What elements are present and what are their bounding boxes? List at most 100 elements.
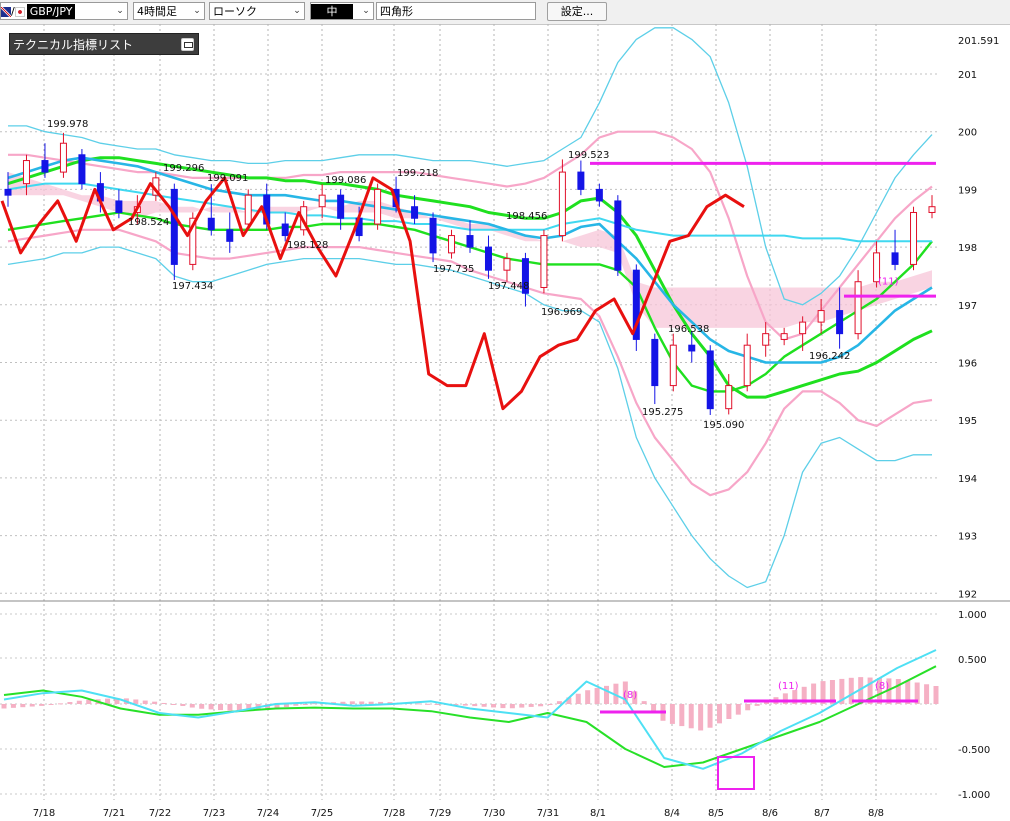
price-label: 197.448 [488, 281, 529, 292]
macd-histogram-bar [491, 704, 497, 708]
drawing-tool-field[interactable]: 四角形 [376, 2, 536, 20]
restore-icon[interactable] [181, 38, 194, 51]
chevron-down-icon[interactable]: ⌄ [290, 3, 304, 19]
date-tick-label: 7/22 [149, 808, 171, 819]
macd-histogram-bar [585, 690, 591, 704]
macd-histogram-bar [641, 701, 647, 704]
price-label: 195.090 [703, 420, 744, 431]
price-label: 199.523 [568, 150, 609, 161]
date-tick-label: 7/28 [383, 808, 405, 819]
date-tick-label: 7/25 [311, 808, 333, 819]
price-tick-label: 199 [958, 185, 977, 196]
candle-body [762, 333, 770, 346]
price-label: 199.296 [163, 163, 204, 174]
line-style-value: 中 [311, 4, 353, 19]
candle-body [411, 206, 419, 219]
macd-histogram-bar [39, 704, 45, 706]
candle-body [226, 229, 234, 242]
date-tick-label: 7/21 [103, 808, 125, 819]
macd-histogram-bar [67, 702, 73, 704]
price-tick-label: 200 [958, 128, 977, 139]
candle-body [429, 217, 437, 254]
macd-panel: (8) (11) (8) 1.000 0.500 -0.500 -1.000 [1, 610, 990, 801]
line-style-select[interactable]: 中 ⌄ [310, 2, 374, 20]
price-label: 199.978 [47, 119, 88, 130]
macd-histogram-bar [594, 688, 600, 704]
candle-body [170, 188, 178, 265]
price-tick-label: 201 [958, 70, 977, 81]
timeframe-select[interactable]: 4時間足 ⌄ [133, 2, 205, 20]
macd-histogram-bar [472, 704, 478, 707]
timeframe-label: 4時間足 [137, 5, 177, 18]
price-tick-label: 197 [958, 301, 977, 312]
price-label: 199.086 [325, 175, 366, 186]
chevron-down-icon[interactable]: ⌄ [113, 3, 127, 19]
chevron-down-icon[interactable]: ⌄ [190, 3, 204, 19]
macd-histogram-bar [227, 704, 233, 711]
candle-body [337, 194, 345, 219]
price-label: 197.735 [433, 264, 474, 275]
macd-histogram-bar [349, 701, 355, 704]
price-tick-label: 196 [958, 359, 977, 370]
price-label: 196.538 [668, 324, 709, 335]
indicator-list-panel[interactable]: テクニカル指標リスト [9, 33, 199, 55]
date-tick-label: 8/7 [814, 808, 830, 819]
candle-body [595, 188, 603, 202]
candle-body [484, 246, 492, 271]
macd-histogram-bar [368, 701, 374, 704]
candle-body [244, 194, 252, 225]
candle-body [669, 344, 677, 387]
macd-histogram-bar [735, 704, 741, 715]
symbol-select[interactable]: / GBP/JPY ⌄ [0, 2, 128, 20]
candle-body [651, 338, 659, 387]
date-tick-label: 7/24 [257, 808, 279, 819]
candle-body [688, 344, 696, 352]
candle-body [374, 188, 382, 225]
macd-histogram-bar [500, 704, 506, 709]
settings-button[interactable]: 設定... [547, 2, 607, 21]
macd-histogram-bar [170, 704, 176, 705]
date-tick-label: 7/18 [33, 808, 55, 819]
macd-histogram-bar [86, 699, 92, 704]
macd-histogram-bar [359, 701, 365, 704]
macd-histogram-bar [933, 686, 939, 704]
candle-body [318, 194, 326, 208]
price-label: 198.524 [128, 217, 169, 228]
macd-annotation: (8) [875, 681, 889, 692]
macd-histogram-bar [76, 700, 82, 704]
candle-body [891, 252, 899, 265]
macd-histogram-bar [10, 704, 16, 708]
candle-body [115, 200, 123, 213]
macd-histogram-bar [528, 704, 534, 707]
macd-histogram-bar [924, 684, 930, 704]
date-tick-label: 7/29 [429, 808, 451, 819]
candle-body [799, 321, 807, 335]
date-tick-label: 8/4 [664, 808, 680, 819]
candle-body [854, 281, 862, 335]
date-tick-label: 7/31 [537, 808, 559, 819]
price-tick-label: 193 [958, 532, 977, 543]
candle-body [817, 310, 825, 323]
macd-histogram-bar [679, 704, 685, 727]
macd-histogram-bar [152, 701, 158, 704]
price-label: 198.128 [287, 240, 328, 251]
macd-annotation: (8) [623, 690, 637, 701]
macd-histogram-bar [556, 701, 562, 704]
macd-histogram-bar [161, 702, 167, 704]
candle-body [706, 350, 714, 410]
macd-histogram-bar [29, 704, 35, 707]
macd-histogram-bar [707, 704, 713, 728]
date-tick-label: 8/6 [762, 808, 778, 819]
macd-histogram-bar [20, 704, 26, 708]
macd-tick-label: 0.500 [958, 655, 987, 666]
macd-histogram-bar [189, 704, 195, 708]
date-tick-label: 7/23 [203, 808, 225, 819]
candle-body [78, 154, 86, 185]
macd-tick-label: -0.500 [958, 745, 990, 756]
price-tick-label: 192 [958, 589, 977, 600]
chart-type-select[interactable]: ローソク ⌄ [209, 2, 305, 20]
macd-histogram-bar [1, 704, 7, 709]
chart-area[interactable]: (11) 199.978 199.296 198.524 199.091 197.434… [0, 24, 1010, 821]
chevron-down-icon[interactable]: ⌄ [359, 3, 373, 19]
price-label: 195.275 [642, 407, 683, 418]
